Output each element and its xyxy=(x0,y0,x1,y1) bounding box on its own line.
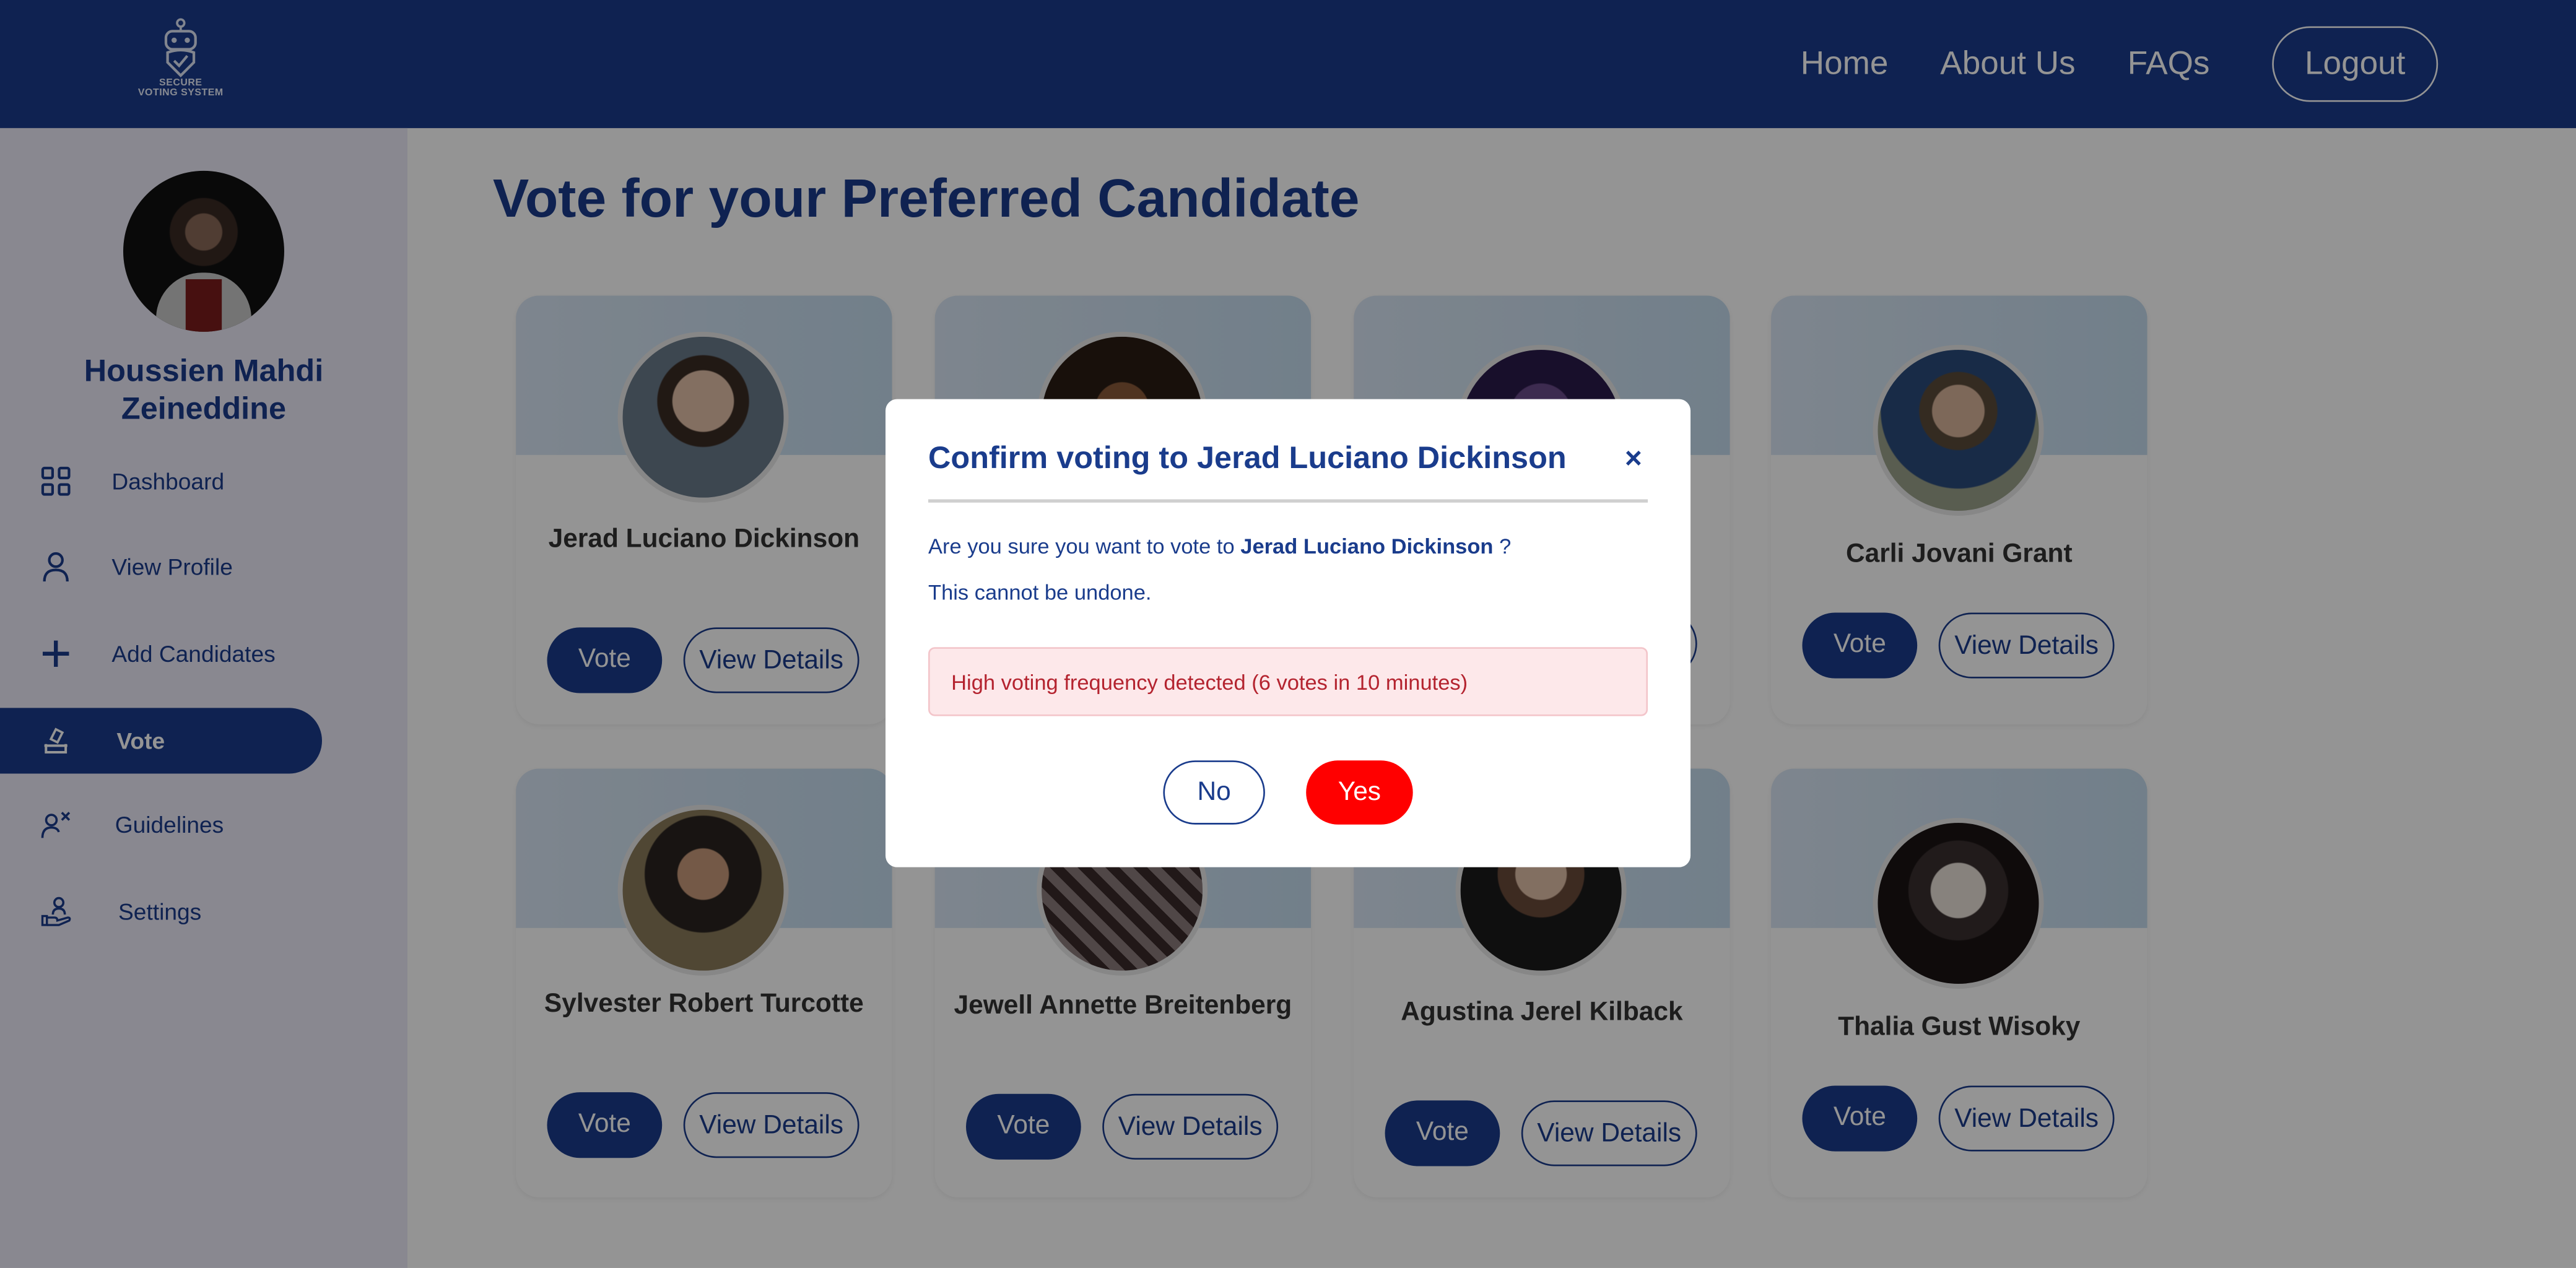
frequency-alert: High voting frequency detected (6 votes … xyxy=(928,647,1648,716)
question-prefix: Are you sure you want to vote to xyxy=(928,534,1235,558)
no-button[interactable]: No xyxy=(1163,760,1265,825)
question-candidate: Jerad Luciano Dickinson xyxy=(1240,534,1494,558)
confirm-vote-modal: Confirm voting to Jerad Luciano Dickinso… xyxy=(886,399,1691,867)
confirm-question: Are you sure you want to vote to Jerad L… xyxy=(928,534,1511,558)
yes-button[interactable]: Yes xyxy=(1306,760,1413,825)
close-icon[interactable]: × xyxy=(1625,442,1642,477)
irreversible-warning: This cannot be undone. xyxy=(928,580,1152,605)
modal-divider xyxy=(928,499,1648,503)
question-suffix: ? xyxy=(1499,534,1512,558)
modal-title: Confirm voting to Jerad Luciano Dickinso… xyxy=(928,441,1567,477)
